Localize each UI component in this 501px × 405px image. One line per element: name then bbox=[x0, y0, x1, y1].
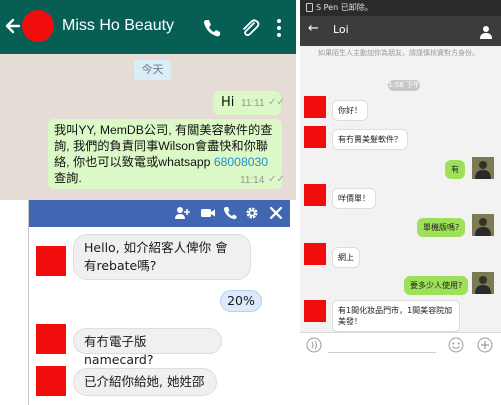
incoming-message[interactable]: Hello, 如介紹客人俾你 會有rebate嗎? bbox=[73, 234, 251, 280]
pen-icon bbox=[306, 3, 313, 12]
line-chat-window: S Pen 已卸除。 ← Loi 如果陌生人主動加你為朋友，請謹慎核實對方身份。… bbox=[300, 0, 501, 356]
own-avatar bbox=[472, 214, 494, 236]
whatsapp-chat-window: Miss Ho Beauty 今天 Hi 11:11 ✓✓ 我叫YY, MemD… bbox=[0, 0, 296, 200]
phone-call-icon[interactable] bbox=[222, 205, 238, 221]
own-avatar bbox=[472, 272, 494, 294]
outgoing-message[interactable]: 我叫YY, MemDB公司, 有關美容軟件的查詢, 我們的負責同事Wilson會… bbox=[48, 119, 285, 189]
video-call-icon[interactable] bbox=[200, 205, 216, 221]
status-text: S Pen 已卸除。 bbox=[316, 3, 373, 12]
incoming-message[interactable]: 有冇電子版namecard? bbox=[73, 328, 222, 367]
sender-avatar-redacted bbox=[304, 300, 326, 322]
sender-avatar-redacted bbox=[304, 184, 326, 206]
outgoing-message[interactable]: 單機版嗎? bbox=[417, 218, 466, 237]
phone-call-icon[interactable] bbox=[201, 17, 223, 39]
contact-avatar-redacted[interactable] bbox=[22, 10, 54, 42]
message-time: 11:14 bbox=[240, 175, 265, 186]
emoji-icon[interactable] bbox=[448, 337, 464, 353]
sender-avatar-redacted bbox=[304, 126, 326, 148]
incoming-message[interactable]: 有1間化妝品門市，1間美容院加美發！ bbox=[332, 300, 460, 332]
messenger-header bbox=[29, 200, 290, 227]
message-input[interactable] bbox=[328, 337, 436, 353]
message-time: 11:11 bbox=[241, 98, 265, 109]
incoming-message[interactable]: 有冇賣美髮軟件？ bbox=[332, 129, 408, 150]
message-text: Hi bbox=[221, 95, 235, 110]
sender-avatar-redacted bbox=[36, 366, 66, 396]
back-arrow-icon[interactable] bbox=[4, 14, 24, 38]
outgoing-message[interactable]: 20% bbox=[220, 290, 262, 312]
incoming-message[interactable]: 已介紹你給她, 她姓邵 bbox=[73, 368, 217, 396]
read-ticks-icon: ✓✓ bbox=[268, 174, 285, 185]
add-plus-icon[interactable] bbox=[477, 337, 493, 353]
own-avatar bbox=[472, 157, 494, 179]
time-chip: 1:58 下午 bbox=[388, 80, 420, 91]
outgoing-message[interactable]: Hi 11:11 ✓✓ bbox=[213, 91, 285, 115]
status-bar: S Pen 已卸除。 bbox=[300, 0, 501, 16]
outgoing-message[interactable]: 有 bbox=[445, 160, 465, 179]
contact-name[interactable]: Miss Ho Beauty bbox=[62, 17, 174, 35]
attachment-paperclip-icon[interactable] bbox=[239, 17, 261, 39]
sender-avatar-redacted bbox=[36, 324, 66, 354]
line-header: ← Loi bbox=[300, 16, 501, 46]
close-icon[interactable] bbox=[268, 205, 284, 221]
whatsapp-header: Miss Ho Beauty bbox=[0, 0, 296, 54]
settings-gear-icon[interactable] bbox=[244, 205, 260, 221]
voice-icon[interactable] bbox=[306, 337, 322, 353]
incoming-message[interactable]: 網上 bbox=[332, 247, 360, 268]
sender-avatar-redacted bbox=[304, 96, 326, 118]
contact-name[interactable]: Loi bbox=[333, 23, 349, 36]
message-input-bar bbox=[300, 332, 501, 356]
sender-avatar-redacted bbox=[304, 243, 326, 265]
safety-notice: 如果陌生人主動加你為朋友，請謹慎核實對方身份。 bbox=[318, 49, 479, 57]
messenger-chat-window: Hello, 如介紹客人俾你 會有rebate嗎? 20% 有冇電子版namec… bbox=[28, 200, 290, 405]
phone-number-link[interactable]: 68008030 bbox=[214, 155, 268, 169]
sender-avatar-redacted bbox=[36, 246, 66, 276]
incoming-message[interactable]: 你好！ bbox=[332, 100, 368, 121]
back-arrow-icon[interactable]: ← bbox=[308, 21, 319, 36]
incoming-message[interactable]: 咩價單！ bbox=[332, 188, 376, 209]
person-profile-icon[interactable] bbox=[479, 24, 493, 39]
outgoing-message[interactable]: 要多少人使用? bbox=[404, 276, 469, 295]
more-options-icon[interactable] bbox=[274, 17, 284, 39]
add-person-icon[interactable] bbox=[174, 205, 190, 221]
read-ticks-icon: ✓✓ bbox=[268, 97, 285, 108]
date-chip: 今天 bbox=[134, 60, 171, 80]
